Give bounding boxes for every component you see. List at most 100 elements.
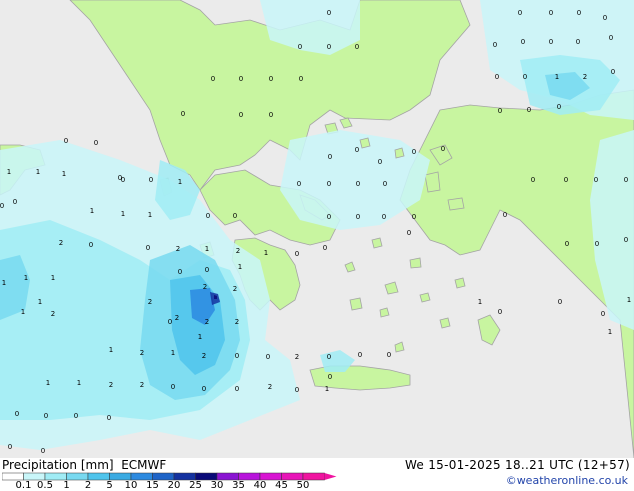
island-outline-8: [439, 317, 451, 329]
value-mark: 0: [74, 412, 78, 420]
value-mark: 1: [555, 73, 559, 81]
legend-swatch: [130, 472, 153, 481]
value-mark: 2: [140, 381, 144, 389]
value-mark: 1: [21, 308, 25, 316]
value-mark: 0: [299, 75, 303, 83]
value-mark: 0: [564, 176, 568, 184]
legend-arrow: [324, 473, 337, 480]
value-mark: 2: [233, 285, 237, 293]
value-mark: 2: [236, 247, 240, 255]
value-mark: 0: [266, 353, 270, 361]
legend-swatch: [173, 472, 196, 481]
value-mark: 0: [412, 148, 416, 156]
legend-label: 15: [146, 480, 159, 491]
value-mark: 2: [203, 283, 207, 291]
value-mark: 1: [178, 178, 182, 186]
value-mark: 1: [109, 346, 113, 354]
legend-label: 10: [124, 480, 138, 491]
legend-label: 45: [275, 480, 288, 491]
value-mark: 2: [235, 318, 239, 326]
value-mark: 0: [146, 244, 150, 252]
legend-swatch: [23, 472, 46, 481]
map-title: Precipitation [mm] ECMWF: [2, 458, 166, 472]
value-mark: 0: [235, 385, 239, 393]
value-mark: 1: [264, 249, 268, 257]
value-mark: 0: [557, 103, 561, 111]
value-mark: 1: [478, 298, 482, 306]
value-mark: 0: [323, 244, 327, 252]
island-outline-4: [371, 237, 383, 249]
value-mark: 0: [327, 180, 331, 188]
value-mark: 0: [41, 447, 45, 455]
value-mark: 0: [558, 298, 562, 306]
value-mark: 0: [356, 180, 360, 188]
value-mark: 0: [233, 212, 237, 220]
value-mark: 0: [89, 241, 93, 249]
value-mark: 0: [171, 383, 175, 391]
value-mark: 0: [239, 111, 243, 119]
value-mark: 0: [206, 212, 210, 220]
value-mark: 1: [24, 274, 28, 282]
value-mark: 0: [355, 146, 359, 154]
value-mark: 0: [328, 153, 332, 161]
value-mark: 0: [355, 43, 359, 51]
legend-swatch: [152, 472, 175, 481]
value-mark: 0: [498, 107, 502, 115]
value-mark: 0: [149, 176, 153, 184]
legend-swatch: [87, 472, 110, 481]
legend-label: 20: [167, 480, 181, 491]
value-mark: 0: [328, 373, 332, 381]
map-footer: Precipitation [mm] ECMWF We 15-01-2025 1…: [0, 458, 634, 491]
value-mark: 1: [627, 296, 631, 304]
legend-label: 35: [232, 480, 245, 491]
value-mark: 2: [176, 245, 180, 253]
value-mark: 0: [523, 73, 527, 81]
island-outline-7: [379, 307, 390, 318]
legend-swatch: [238, 472, 261, 481]
value-mark: 0: [297, 180, 301, 188]
value-mark: 0: [202, 385, 206, 393]
value-mark: 0: [549, 38, 553, 46]
model-name: ECMWF: [121, 458, 167, 472]
legend-swatch: [2, 472, 24, 481]
island-outline-9: [454, 277, 466, 289]
value-mark: 2: [148, 298, 152, 306]
island-outline-3: [394, 147, 405, 159]
value-mark: 1: [325, 385, 329, 393]
value-mark: 1: [171, 349, 175, 357]
land-samos: [447, 197, 465, 211]
value-mark: 0: [601, 310, 605, 318]
credit-link[interactable]: ©weatheronline.co.uk: [506, 474, 628, 487]
value-mark: 0: [168, 318, 172, 326]
legend-label: 0.1: [15, 480, 32, 491]
value-mark: 1: [121, 210, 125, 218]
value-mark: 0: [594, 176, 598, 184]
value-mark: 0: [441, 145, 445, 153]
value-mark: 0: [531, 176, 535, 184]
legend-label: 40: [253, 480, 267, 491]
value-mark: 1: [62, 170, 66, 178]
value-mark: 1: [90, 207, 94, 215]
value-mark: 0: [383, 180, 387, 188]
island-outline-2: [359, 137, 371, 149]
value-mark: 0: [356, 213, 360, 221]
value-mark: 0: [521, 38, 525, 46]
legend-swatch: [44, 472, 67, 481]
value-mark: 0: [269, 75, 273, 83]
value-mark: 0: [44, 412, 48, 420]
legend-label: 25: [189, 480, 202, 491]
value-mark: 1: [198, 333, 202, 341]
value-mark: 1: [38, 298, 42, 306]
value-mark: 0: [239, 75, 243, 83]
value-mark: 0: [576, 38, 580, 46]
value-mark: 0: [624, 176, 628, 184]
value-mark: 0: [503, 211, 507, 219]
value-mark: 1: [51, 274, 55, 282]
legend-label: 5: [106, 480, 113, 491]
value-mark: 0: [118, 174, 122, 182]
value-mark: 0: [64, 137, 68, 145]
legend-label: 50: [296, 480, 310, 491]
legend-swatch: [216, 472, 239, 481]
value-mark: 2: [268, 383, 272, 391]
value-mark: 0: [327, 213, 331, 221]
